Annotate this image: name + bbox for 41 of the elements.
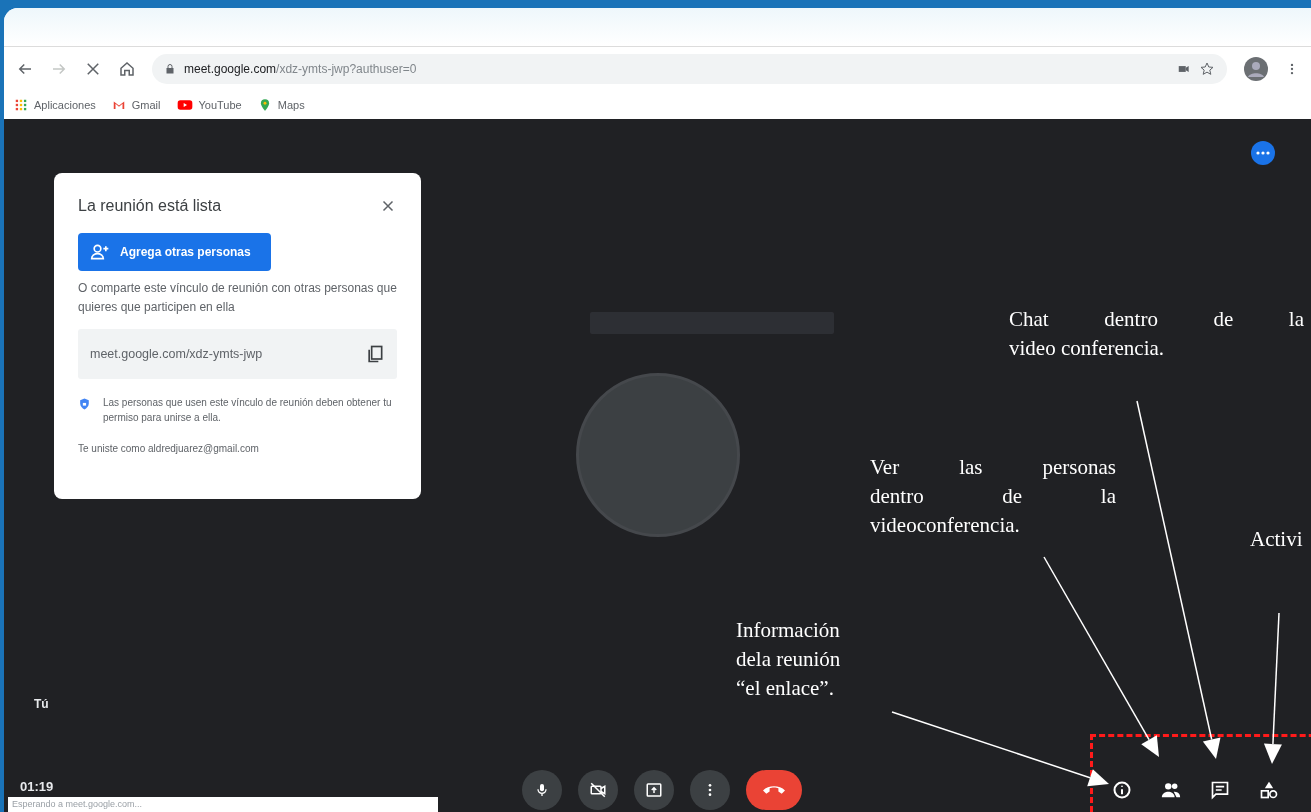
lock-icon: [164, 63, 176, 75]
bookmark-link[interactable]: Gmail: [111, 98, 161, 112]
chat-icon: [1210, 780, 1230, 800]
joined-as-text: Te uniste como aldredjuarez@gmail.com: [78, 442, 260, 456]
annotation-text: Información dela reunión “el enlace”.: [736, 617, 841, 702]
microphone-button[interactable]: [522, 770, 562, 810]
camera-button[interactable]: [578, 770, 618, 810]
present-button[interactable]: [634, 770, 674, 810]
card-title: La reunión está lista: [78, 197, 222, 215]
share-text: O comparte este vínculo de reunión con otras personas que quieres que participen en ella: [78, 280, 397, 316]
shapes-icon: [1259, 780, 1279, 800]
permission-note: Las personas que usen este vínculo de reunión deben obtener tu permiso para unirse a ella.: [102, 396, 393, 425]
present-screen-icon: [645, 781, 663, 799]
play-icon: [176, 97, 193, 113]
annotation-text: Ver las personas dentro de la videoconferencia.: [870, 454, 1116, 539]
camera-off-icon: [589, 781, 607, 799]
bookmark-link[interactable]: Aplicaciones: [14, 98, 96, 112]
close-icon: [84, 60, 102, 78]
bookmark-link[interactable]: YouTube: [176, 97, 242, 113]
url-path: /xdz-ymts-jwp?authuser=0: [276, 62, 417, 76]
apps-grid-icon: [14, 98, 28, 112]
info-icon: [1112, 780, 1132, 800]
self-label: Tú: [34, 697, 49, 711]
phone-icon: [763, 786, 785, 794]
end-call-button[interactable]: [746, 770, 802, 810]
url-host: meet.google.com: [184, 62, 277, 76]
home-icon: [118, 60, 136, 78]
meeting-link-field[interactable]: meet.google.com/xdz-ymts-jwp: [78, 329, 397, 379]
copy-icon: [365, 344, 385, 364]
annotation-text: Chat dentro de la video conferencia.: [1009, 306, 1304, 362]
status-bar: Esperando a meet.google.com...: [8, 797, 438, 812]
more-options-icon[interactable]: [1251, 141, 1275, 165]
star-icon: [1199, 61, 1215, 77]
bookmark-link[interactable]: Maps: [257, 98, 305, 112]
add-person-icon: [90, 242, 110, 262]
annotation-text: Activi: [1250, 526, 1303, 553]
microphone-icon: [534, 782, 550, 798]
avatar-icon[interactable]: [1243, 56, 1269, 82]
add-people-button[interactable]: Agrega otras personas: [78, 233, 271, 271]
meeting-time: 01:19: [20, 779, 54, 794]
address-bar[interactable]: meet.google.com/xdz-ymts-jwp?authuser=0: [152, 54, 1227, 84]
